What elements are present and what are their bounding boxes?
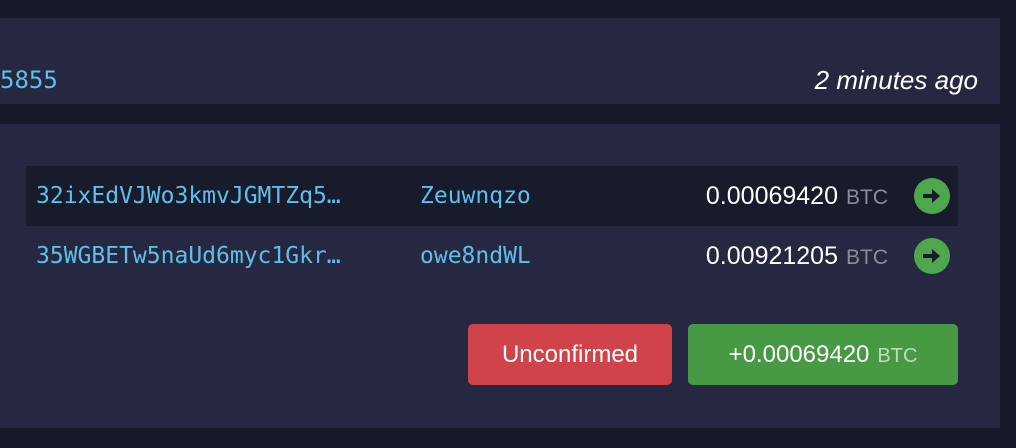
output-amount: 0.00921205 BTC (706, 238, 888, 278)
total-amount-unit: BTC (877, 345, 918, 367)
total-amount-value: +0.00069420 (728, 341, 870, 368)
transaction-time: 2 minutes ago (814, 65, 978, 95)
output-amount-value: 0.00069420 (705, 182, 838, 210)
output-address-link[interactable]: 35WGBETw5naUd6myc1Gkr… (36, 238, 410, 274)
output-row: 35WGBETw5naUd6myc1Gkr… owe8ndWL 0.009212… (26, 226, 958, 286)
transaction-id-link[interactable]: 5855 (0, 62, 58, 98)
output-amount-unit: BTC (846, 186, 888, 209)
output-label-link[interactable]: owe8ndWL (420, 238, 531, 274)
output-amount-unit: BTC (846, 246, 888, 269)
arrow-right-icon[interactable] (914, 178, 950, 214)
transaction-header: 5855 2 minutes ago (0, 18, 1000, 104)
output-address-link[interactable]: 32ixEdVJWo3kmvJGMTZq5… (36, 178, 410, 214)
output-label-link[interactable]: Zeuwnqzo (420, 178, 531, 214)
status-badge-unconfirmed[interactable]: Unconfirmed (468, 324, 672, 385)
arrow-right-icon[interactable] (914, 238, 950, 274)
output-row: 32ixEdVJWo3kmvJGMTZq5… Zeuwnqzo 0.000694… (26, 166, 958, 226)
output-amount-value: 0.00921205 (705, 242, 838, 270)
output-amount: 0.00069420 BTC (706, 178, 888, 218)
total-amount-button[interactable]: +0.00069420 BTC (688, 324, 958, 385)
